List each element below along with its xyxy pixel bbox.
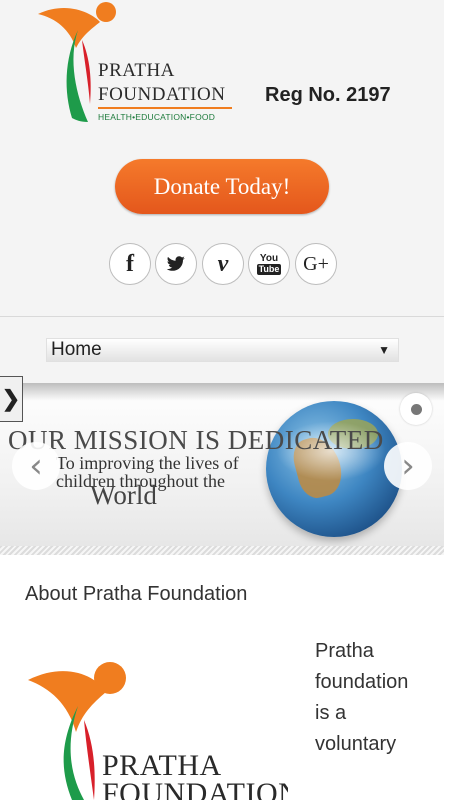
- facebook-icon[interactable]: f: [109, 243, 151, 285]
- globe-image: [266, 401, 402, 537]
- slider-pager-dot[interactable]: [411, 404, 422, 415]
- site-header: PRATHA FOUNDATION HEALTH•EDUCATION•FOOD …: [0, 0, 444, 317]
- about-logo-pratha: PRATHA: [102, 749, 222, 782]
- logo-divider: [98, 107, 232, 109]
- registration-number: Reg No. 2197: [265, 84, 391, 106]
- twitter-icon[interactable]: [155, 243, 197, 285]
- youtube-tube-text: Tube: [256, 263, 282, 275]
- about-section-title: About Pratha Foundation: [25, 583, 248, 605]
- slider-world-text: World: [90, 480, 157, 510]
- logo-tagline: HEALTH•EDUCATION•FOOD: [98, 112, 216, 122]
- slider-bottom-border: [0, 546, 444, 555]
- slider-prev-button[interactable]: ‹: [12, 442, 60, 490]
- side-panel-toggle-icon[interactable]: ❯: [0, 376, 23, 422]
- chevron-down-icon: ▼: [378, 343, 390, 357]
- logo-text-foundation: FOUNDATION: [98, 84, 226, 105]
- slider-top-shadow: [0, 383, 444, 401]
- about-logo-foundation: FOUNDATION: [102, 777, 288, 800]
- nav-select-value: Home: [51, 339, 102, 360]
- slider-next-button[interactable]: ›: [384, 442, 432, 490]
- youtube-you-text: You: [259, 252, 279, 264]
- slider-heading: OUR MISSION IS DEDICATED: [8, 425, 384, 455]
- logo-text-pratha: PRATHA: [98, 60, 175, 81]
- nav-select-dropdown[interactable]: Home ▼: [46, 338, 399, 362]
- about-logo: PRATHA FOUNDATION: [28, 658, 288, 800]
- vimeo-icon[interactable]: v: [202, 243, 244, 285]
- about-body-text: Pratha foundation is a voluntary: [315, 640, 409, 755]
- donate-button[interactable]: Donate Today!: [115, 159, 329, 214]
- youtube-icon[interactable]: You Tube: [248, 243, 290, 285]
- about-logo-text: PRATHA FOUNDATION: [102, 749, 288, 800]
- google-plus-icon[interactable]: G+: [295, 243, 337, 285]
- twitter-bird-icon: [166, 256, 185, 271]
